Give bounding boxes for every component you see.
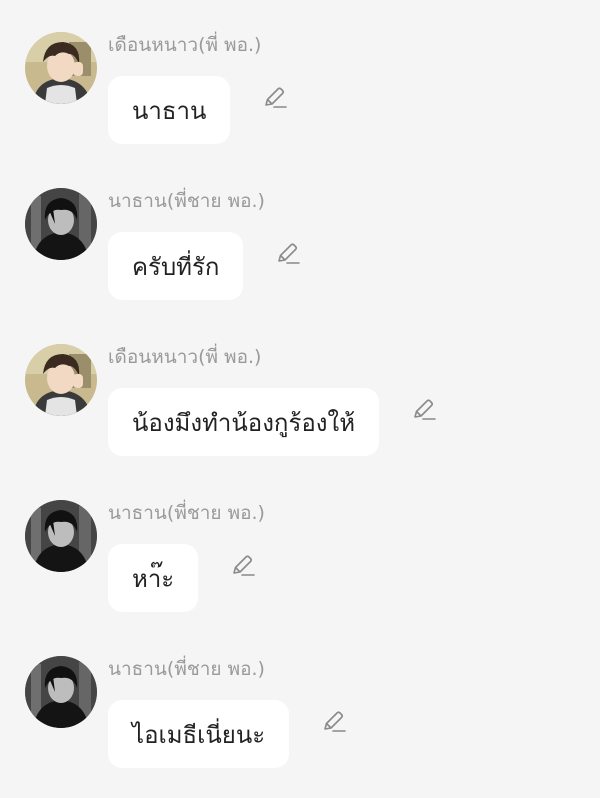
message-item: นาธาน(พี่ชาย พอ.) ครับที่รัก (0, 188, 600, 318)
dueannao-avatar (25, 32, 97, 104)
avatar[interactable] (25, 344, 97, 416)
avatar[interactable] (25, 656, 97, 728)
sender-name: นาธาน(พี่ชาย พอ.) (108, 190, 265, 212)
pencil-icon[interactable] (411, 397, 437, 423)
sender-name: เดือนหนาว(พี่ พอ.) (108, 346, 262, 368)
sender-name: เดือนหนาว(พี่ พอ.) (108, 34, 262, 56)
pencil-icon[interactable] (275, 241, 301, 267)
pencil-icon[interactable] (262, 85, 288, 111)
message-item: เดือนหนาว(พี่ พอ.) นาธาน (0, 32, 600, 162)
avatar[interactable] (25, 32, 97, 104)
sender-name: นาธาน(พี่ชาย พอ.) (108, 658, 265, 680)
nathan-avatar (25, 656, 97, 728)
chat-log: เดือนหนาว(พี่ พอ.) นาธาน นาธาน(พี่ชาย พอ… (0, 0, 600, 798)
message-bubble[interactable]: น้องมึงทำน้องกูร้องให้ (108, 388, 380, 456)
message-bubble[interactable]: นาธาน (108, 76, 231, 144)
dueannao-avatar (25, 344, 97, 416)
nathan-avatar (25, 188, 97, 260)
avatar[interactable] (25, 188, 97, 260)
message-item: เดือนหนาว(พี่ พอ.) น้องมึงทำน้องกูร้องให… (0, 344, 600, 474)
message-item: นาธาน(พี่ชาย พอ.) ไอเมธีเนี่ยนะ (0, 656, 600, 786)
message-bubble[interactable]: ไอเมธีเนี่ยนะ (108, 700, 290, 768)
nathan-avatar (25, 500, 97, 572)
avatar[interactable] (25, 500, 97, 572)
pencil-icon[interactable] (321, 709, 347, 735)
message-item: นาธาน(พี่ชาย พอ.) หา๊ะ (0, 500, 600, 630)
message-bubble[interactable]: หา๊ะ (108, 544, 199, 612)
sender-name: นาธาน(พี่ชาย พอ.) (108, 502, 265, 524)
pencil-icon[interactable] (230, 553, 256, 579)
message-bubble[interactable]: ครับที่รัก (108, 232, 244, 300)
